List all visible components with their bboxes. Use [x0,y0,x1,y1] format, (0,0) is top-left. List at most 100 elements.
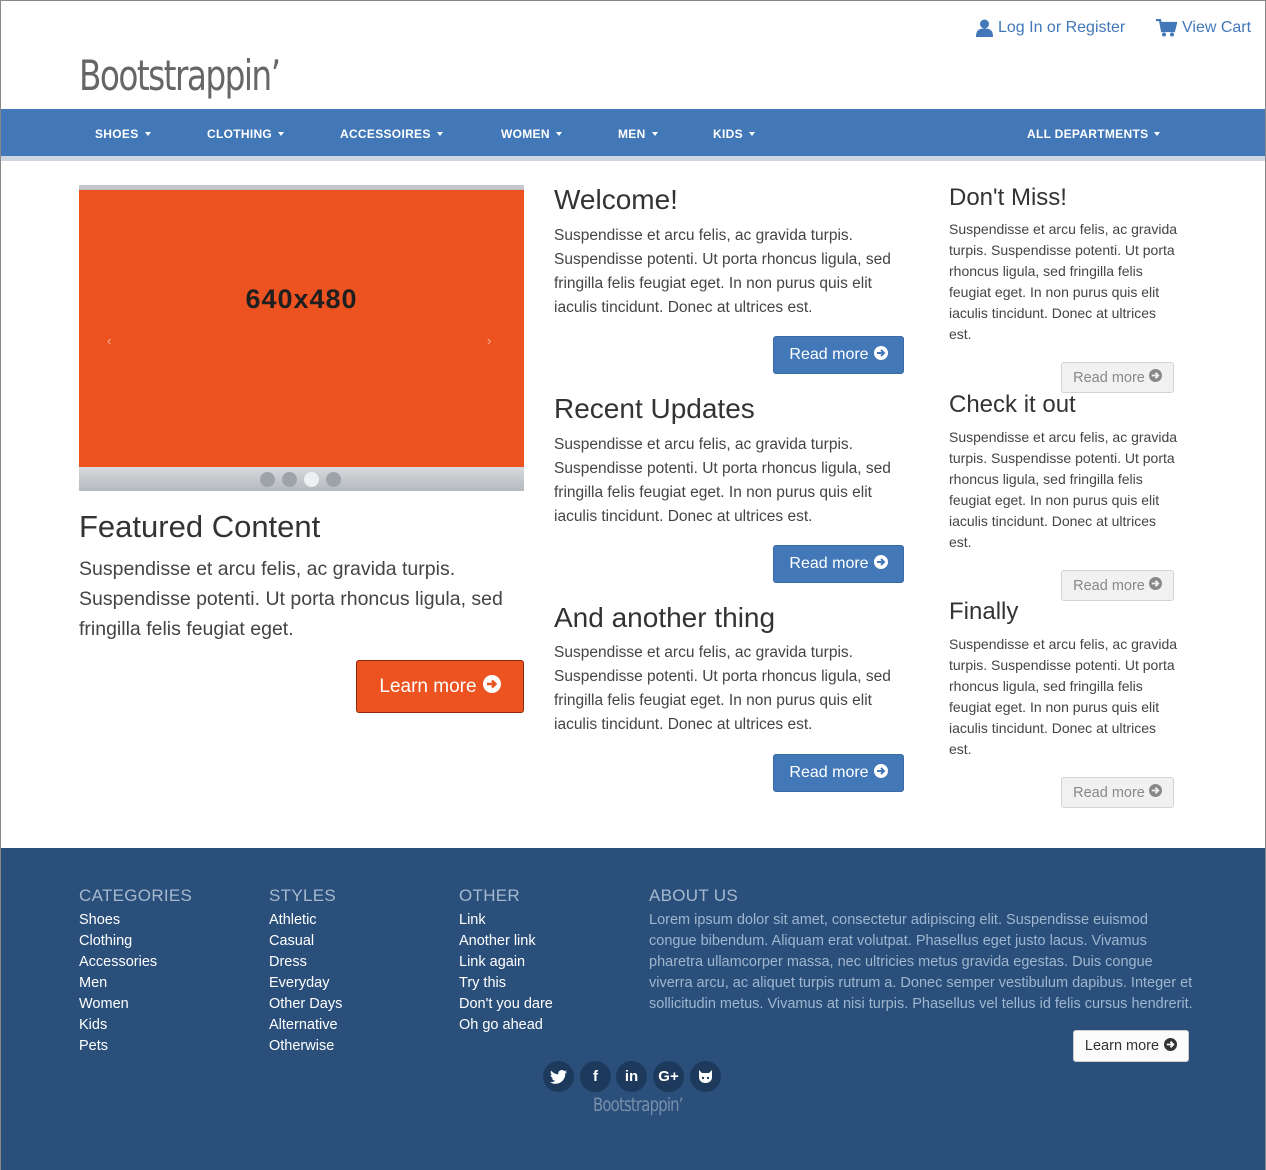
recent-updates-text: Suspendisse et arcu felis, ac gravida tu… [554,436,891,525]
github-icon[interactable] [690,1061,721,1092]
site-logo[interactable]: Bootstrappin’ [79,51,281,100]
arrow-circle-right-icon [482,674,501,699]
nav-men[interactable]: MEN [618,109,658,156]
read-more-label: Read more [789,555,869,572]
carousel-indicator[interactable] [326,472,341,487]
footer-about-heading: ABOUT US [649,886,738,905]
footer-about-text: Lorem ipsum dolor sit amet, consectetur … [649,912,1193,1012]
facebook-icon[interactable]: f [580,1061,611,1092]
finally-text: Suspendisse et arcu felis, ac gravida tu… [949,636,1178,757]
arrow-circle-right-icon [873,763,888,783]
caret-down-icon [144,131,151,136]
read-more-label: Read more [1073,577,1145,594]
welcome-title: Welcome! [554,184,678,215]
footer-styles-heading: STYLES [269,886,336,905]
another-thing-text: Suspendisse et arcu felis, ac gravida tu… [554,644,891,733]
recent-updates-read-more-button[interactable]: Read more [773,545,904,583]
footer-link[interactable]: Other Days [269,994,342,1015]
footer-link[interactable]: Dress [269,952,342,973]
footer-link[interactable]: Casual [269,931,342,952]
cart-icon [1156,19,1177,37]
dont-miss-title: Don't Miss! [949,184,1067,211]
login-register-label: Log In or Register [998,19,1126,36]
arrow-circle-right-icon [1164,1037,1178,1055]
welcome-read-more-button[interactable]: Read more [773,336,904,374]
featured-text: Suspendisse et arcu felis, ac gravida tu… [79,558,503,640]
google-plus-icon[interactable]: G+ [653,1061,684,1092]
footer-link[interactable]: Oh go ahead [459,1015,553,1036]
footer-link[interactable]: Pets [79,1036,157,1057]
read-more-label: Read more [789,346,869,363]
nav-all-departments-label: ALL DEPARTMENTS [1027,127,1149,141]
another-thing-read-more-button[interactable]: Read more [773,754,904,792]
caret-down-icon [436,131,443,136]
footer-link[interactable]: Link again [459,952,553,973]
nav-all-departments[interactable]: ALL DEPARTMENTS [1027,109,1161,156]
footer-other-list: Link Another link Link again Try this Do… [459,910,553,1036]
footer-logo[interactable]: Bootstrappin’ [593,1094,684,1116]
nav-clothing[interactable]: CLOTHING [207,109,285,156]
arrow-circle-right-icon [873,554,888,574]
arrow-circle-right-icon [1148,577,1162,594]
check-it-out-read-more-button[interactable]: Read more [1061,570,1174,601]
featured-title: Featured Content [79,509,321,544]
footer-link[interactable]: Don't you dare [459,994,553,1015]
arrow-circle-right-icon [1148,369,1162,386]
nav-kids[interactable]: KIDS [713,109,755,156]
dont-miss-read-more-button[interactable]: Read more [1061,362,1174,393]
footer-link[interactable]: Shoes [79,910,157,931]
footer-link[interactable]: Everyday [269,973,342,994]
carousel-indicator[interactable] [260,472,275,487]
user-icon [976,19,993,37]
finally-read-more-button[interactable]: Read more [1061,777,1174,808]
nav-shoes-label: SHOES [95,127,139,141]
caret-down-icon [1154,131,1161,136]
linkedin-icon[interactable]: in [616,1061,647,1092]
carousel-slide: 640x480 ‹ › [79,189,524,467]
footer-link[interactable]: Women [79,994,157,1015]
featured-learn-more-button[interactable]: Learn more [356,660,524,713]
nav-shoes[interactable]: SHOES [95,109,151,156]
footer-styles-list: Athletic Casual Dress Everyday Other Day… [269,910,342,1057]
read-more-label: Read more [1073,369,1145,386]
caret-down-icon [555,131,562,136]
nav-men-label: MEN [618,127,646,141]
twitter-icon[interactable] [543,1061,574,1092]
arrow-circle-right-icon [1148,784,1162,801]
footer-link[interactable]: Try this [459,973,553,994]
footer-link[interactable]: Clothing [79,931,157,952]
footer-link[interactable]: Another link [459,931,553,952]
dont-miss-text: Suspendisse et arcu felis, ac gravida tu… [949,221,1178,342]
chevron-left-icon[interactable]: ‹ [107,333,111,348]
learn-more-label: Learn more [1084,1038,1160,1054]
footer-link[interactable]: Alternative [269,1015,342,1036]
carousel-indicator[interactable] [282,472,297,487]
welcome-text: Suspendisse et arcu felis, ac gravida tu… [554,227,891,316]
nav-accessoires[interactable]: ACCESSOIRES [340,109,443,156]
carousel-indicators [79,467,524,491]
footer-other-heading: OTHER [459,886,520,905]
caret-down-icon [651,131,658,136]
learn-more-label: Learn more [379,675,477,697]
login-register-link[interactable]: Log In or Register [976,19,1125,37]
footer-link[interactable]: Men [79,973,157,994]
footer-link[interactable]: Accessories [79,952,157,973]
view-cart-label: View Cart [1182,19,1252,36]
footer-categories-heading: CATEGORIES [79,886,193,905]
caret-down-icon [278,131,285,136]
footer-learn-more-button[interactable]: Learn more [1073,1030,1189,1062]
view-cart-link[interactable]: View Cart [1156,19,1251,37]
nav-clothing-label: CLOTHING [207,127,273,141]
carousel-indicator-active[interactable] [304,472,319,487]
slide-placeholder-label: 640x480 [245,284,358,314]
footer-link[interactable]: Athletic [269,910,342,931]
footer-link[interactable]: Link [459,910,553,931]
another-thing-title: And another thing [554,602,776,633]
check-it-out-text: Suspendisse et arcu felis, ac gravida tu… [949,429,1178,550]
read-more-label: Read more [1073,784,1145,801]
site-footer: CATEGORIES Shoes Clothing Accessories Me… [1,848,1265,1170]
footer-link[interactable]: Otherwise [269,1036,342,1057]
footer-link[interactable]: Kids [79,1015,157,1036]
nav-women[interactable]: WOMEN [501,109,562,156]
chevron-right-icon[interactable]: › [487,333,491,348]
